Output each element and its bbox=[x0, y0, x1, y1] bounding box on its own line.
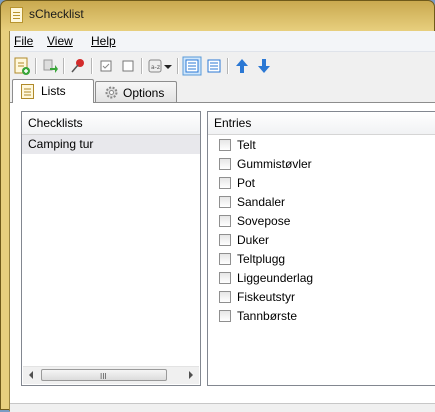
menu-bar: File View Help bbox=[10, 31, 435, 52]
list-item[interactable]: Liggeunderlag bbox=[219, 269, 419, 288]
checklist-icon bbox=[21, 84, 34, 99]
scroll-left-icon[interactable] bbox=[29, 371, 33, 379]
list-item[interactable]: Duker bbox=[219, 231, 419, 250]
move-icon[interactable] bbox=[40, 56, 60, 76]
new-list-icon[interactable] bbox=[12, 56, 32, 76]
entry-checkbox[interactable] bbox=[219, 196, 231, 208]
dropdown-arrow-icon[interactable] bbox=[162, 56, 174, 76]
status-bar bbox=[10, 403, 435, 412]
toolbar: a-z bbox=[10, 52, 435, 79]
horizontal-scrollbar[interactable]: III bbox=[23, 366, 199, 384]
app-window: sChecklist File View Help a-z Lists Opti… bbox=[0, 0, 435, 412]
list-item[interactable]: Camping tur bbox=[22, 135, 200, 154]
tab-strip: Lists Options bbox=[10, 79, 435, 103]
entry-checkbox[interactable] bbox=[219, 272, 231, 284]
list-item[interactable]: Telt bbox=[219, 136, 419, 155]
move-up-icon[interactable] bbox=[232, 56, 252, 76]
tab-lists-label: Lists bbox=[41, 84, 66, 98]
entry-checkbox[interactable] bbox=[219, 139, 231, 151]
scroll-thumb[interactable]: III bbox=[41, 369, 167, 381]
check-all-icon[interactable] bbox=[96, 56, 116, 76]
entries-list[interactable]: Entries Telt Gummistøvler Pot Sandaler S… bbox=[207, 111, 435, 386]
list-item[interactable]: Teltplugg bbox=[219, 250, 419, 269]
view-list-icon[interactable] bbox=[204, 56, 224, 76]
tab-lists[interactable]: Lists bbox=[12, 79, 94, 103]
entry-checkbox[interactable] bbox=[219, 310, 231, 322]
scroll-grip: III bbox=[100, 372, 107, 381]
menu-help[interactable]: Help bbox=[91, 34, 116, 48]
entry-checkbox[interactable] bbox=[219, 215, 231, 227]
menu-file[interactable]: File bbox=[14, 34, 33, 48]
list-item[interactable]: Fiskeutstyr bbox=[219, 288, 419, 307]
entry-checkbox[interactable] bbox=[219, 291, 231, 303]
gear-icon bbox=[105, 86, 118, 99]
entries-header[interactable]: Entries bbox=[208, 112, 435, 135]
list-item[interactable]: Pot bbox=[219, 174, 419, 193]
list-item[interactable]: Sovepose bbox=[219, 212, 419, 231]
pin-icon[interactable] bbox=[68, 56, 88, 76]
entry-checkbox[interactable] bbox=[219, 177, 231, 189]
checklists-list[interactable]: Checklists Camping tur III bbox=[21, 111, 201, 386]
app-icon bbox=[10, 7, 23, 23]
move-down-icon[interactable] bbox=[254, 56, 274, 76]
svg-text:a-z: a-z bbox=[151, 64, 160, 71]
tab-options-label: Options bbox=[123, 86, 165, 100]
scroll-right-icon[interactable] bbox=[189, 371, 193, 379]
lists-panel: Checklists Camping tur III Entries Telt … bbox=[10, 102, 435, 412]
uncheck-all-icon[interactable] bbox=[118, 56, 138, 76]
menu-view[interactable]: View bbox=[47, 34, 73, 48]
entry-checkbox[interactable] bbox=[219, 158, 231, 170]
entry-checkbox[interactable] bbox=[219, 234, 231, 246]
list-item[interactable]: Tannbørste bbox=[219, 307, 419, 326]
list-item[interactable]: Gummistøvler bbox=[219, 155, 419, 174]
window-title: sChecklist bbox=[29, 7, 84, 21]
title-bar[interactable]: sChecklist bbox=[1, 1, 434, 31]
client-area: File View Help a-z Lists Options Checkli… bbox=[9, 31, 435, 412]
checklists-header[interactable]: Checklists bbox=[22, 112, 200, 135]
tab-options[interactable]: Options bbox=[95, 81, 177, 102]
view-details-icon[interactable] bbox=[182, 56, 202, 76]
list-item[interactable]: Sandaler bbox=[219, 193, 419, 212]
entry-checkbox[interactable] bbox=[219, 253, 231, 265]
